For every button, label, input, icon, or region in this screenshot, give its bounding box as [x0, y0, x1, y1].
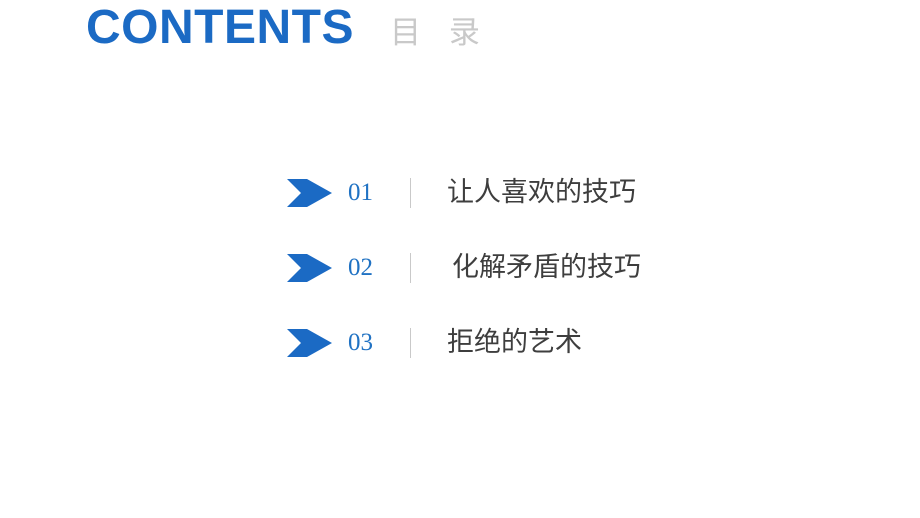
- list-item[interactable]: 03 拒绝的艺术: [287, 305, 887, 380]
- list-item[interactable]: 01 让人喜欢的技巧: [287, 155, 887, 230]
- contents-list: 01 让人喜欢的技巧 02 化解矛盾的技巧 03 拒绝的艺术: [287, 155, 887, 380]
- list-item-divider: [410, 252, 411, 283]
- list-item-number: 02: [348, 254, 373, 281]
- contents-slide: CONTENTS 目 录 01 让人喜欢的技巧 02 化解矛盾的技巧 03 拒绝…: [0, 0, 920, 518]
- chevron-right-icon: [287, 253, 332, 282]
- list-item-number: 03: [348, 329, 373, 356]
- page-title-chinese: 目 录: [390, 15, 489, 51]
- list-item-divider: [410, 177, 411, 208]
- chevron-right-icon: [287, 328, 332, 357]
- list-item[interactable]: 02 化解矛盾的技巧: [287, 230, 887, 305]
- list-item-label: 化解矛盾的技巧: [452, 252, 641, 283]
- list-item-label: 拒绝的艺术: [447, 327, 582, 358]
- page-title: CONTENTS 目 录: [86, 4, 489, 52]
- list-item-number: 01: [348, 179, 373, 206]
- list-item-label: 让人喜欢的技巧: [447, 177, 636, 208]
- chevron-right-icon: [287, 178, 332, 207]
- page-title-english: CONTENTS: [86, 1, 354, 54]
- list-item-divider: [410, 327, 411, 358]
